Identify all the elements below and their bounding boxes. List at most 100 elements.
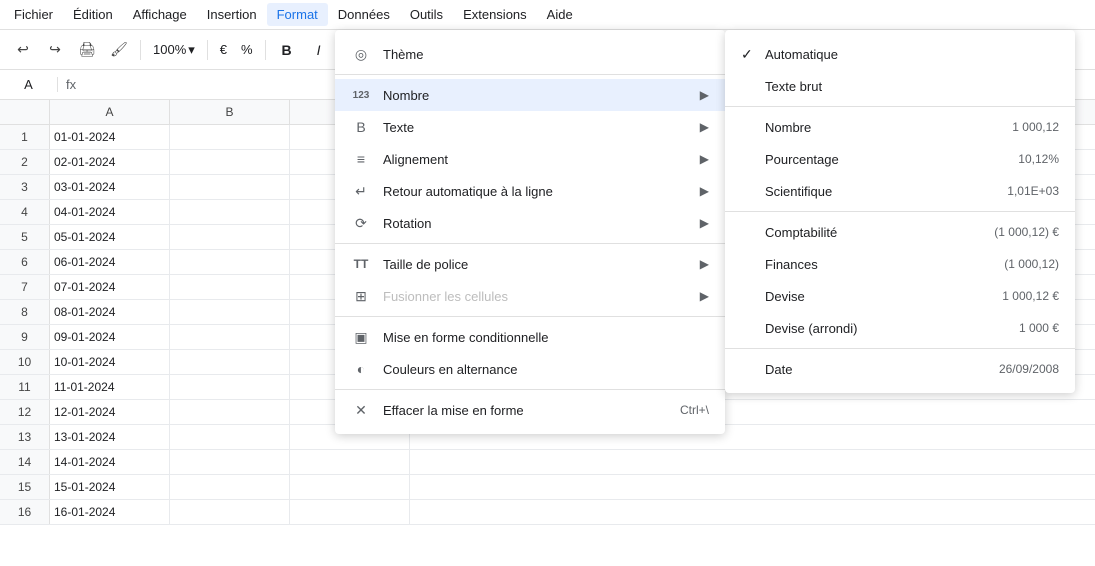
cell-b6[interactable] xyxy=(170,250,290,274)
menu-fichier[interactable]: Fichier xyxy=(4,3,63,26)
devise_arrondi-label: Devise (arrondi) xyxy=(765,321,1019,336)
cell-c16[interactable] xyxy=(290,500,410,524)
currency-button[interactable]: € xyxy=(214,40,233,59)
format-menu-item-theme[interactable]: ◎ Thème xyxy=(335,38,725,70)
cell-a14[interactable]: 14-01-2024 xyxy=(50,450,170,474)
cell-a13[interactable]: 13-01-2024 xyxy=(50,425,170,449)
cell-c14[interactable] xyxy=(290,450,410,474)
format-menu-item-nombre[interactable]: 123 Nombre ▶ xyxy=(335,79,725,111)
cell-b13[interactable] xyxy=(170,425,290,449)
cell-b14[interactable] xyxy=(170,450,290,474)
format-menu-item-retour[interactable]: ↵ Retour automatique à la ligne ▶ xyxy=(335,175,725,207)
redo-button[interactable]: ↪ xyxy=(40,36,70,64)
cell-b15[interactable] xyxy=(170,475,290,499)
undo-button[interactable]: ↩ xyxy=(8,36,38,64)
effacer-label: Effacer la mise en forme xyxy=(383,403,668,418)
nombre-value: 1 000,12 xyxy=(1012,120,1059,134)
format-dropdown[interactable]: ◎ Thème 123 Nombre ▶ B Texte ▶ ≡ Alignem… xyxy=(335,30,725,434)
cell-b7[interactable] xyxy=(170,275,290,299)
cell-b9[interactable] xyxy=(170,325,290,349)
menu-outils[interactable]: Outils xyxy=(400,3,453,26)
comptabilite-label: Comptabilité xyxy=(765,225,994,240)
number-submenu-item-automatique[interactable]: ✓ Automatique xyxy=(725,38,1075,70)
cell-b3[interactable] xyxy=(170,175,290,199)
number-submenu-item-date[interactable]: Date 26/09/2008 xyxy=(725,353,1075,385)
cell-a7[interactable]: 07-01-2024 xyxy=(50,275,170,299)
format-menu-item-couleurs[interactable]: ◐ Couleurs en alternance xyxy=(335,353,725,385)
cell-a5[interactable]: 05-01-2024 xyxy=(50,225,170,249)
table-row[interactable]: 16 16-01-2024 xyxy=(0,500,1095,525)
submenu-separator xyxy=(725,348,1075,349)
table-row[interactable]: 14 14-01-2024 xyxy=(0,450,1095,475)
number-submenu-item-devise_arrondi[interactable]: Devise (arrondi) 1 000 € xyxy=(725,312,1075,344)
number-submenu-item-comptabilite[interactable]: Comptabilité (1 000,12) € xyxy=(725,216,1075,248)
cell-a9[interactable]: 09-01-2024 xyxy=(50,325,170,349)
cell-a16[interactable]: 16-01-2024 xyxy=(50,500,170,524)
devise-value: 1 000,12 € xyxy=(1002,289,1059,303)
zoom-selector[interactable]: 100% ▾ xyxy=(147,40,201,60)
paint-format-button[interactable]: 🖌 xyxy=(104,36,134,64)
corner-spacer xyxy=(0,100,50,124)
cell-b12[interactable] xyxy=(170,400,290,424)
texte_brut-label: Texte brut xyxy=(765,79,1059,94)
menu-edition[interactable]: Édition xyxy=(63,3,123,26)
cell-a3[interactable]: 03-01-2024 xyxy=(50,175,170,199)
format-menu-item-effacer[interactable]: ✕ Effacer la mise en forme Ctrl+\ xyxy=(335,394,725,426)
format-menu-item-rotation[interactable]: ⟳ Rotation ▶ xyxy=(335,207,725,239)
cell-b5[interactable] xyxy=(170,225,290,249)
cell-a15[interactable]: 15-01-2024 xyxy=(50,475,170,499)
menu-affichage[interactable]: Affichage xyxy=(123,3,197,26)
bold-button[interactable]: B xyxy=(272,36,302,64)
menu-format[interactable]: Format xyxy=(267,3,328,26)
number-submenu-item-scientifique[interactable]: Scientifique 1,01E+03 xyxy=(725,175,1075,207)
number-submenu-item-devise[interactable]: Devise 1 000,12 € xyxy=(725,280,1075,312)
row-header: 14 xyxy=(0,450,50,474)
cell-a12[interactable]: 12-01-2024 xyxy=(50,400,170,424)
menu-donnees[interactable]: Données xyxy=(328,3,400,26)
menu-insertion[interactable]: Insertion xyxy=(197,3,267,26)
format-menu-item-mise-en-forme[interactable]: ▣ Mise en forme conditionnelle xyxy=(335,321,725,353)
number-submenu-item-texte_brut[interactable]: Texte brut xyxy=(725,70,1075,102)
col-header-b[interactable]: B xyxy=(170,100,290,124)
cell-a6[interactable]: 06-01-2024 xyxy=(50,250,170,274)
cell-a10[interactable]: 10-01-2024 xyxy=(50,350,170,374)
number-submenu-item-pourcentage[interactable]: Pourcentage 10,12% xyxy=(725,143,1075,175)
toolbar-divider-2 xyxy=(207,40,208,60)
table-row[interactable]: 15 15-01-2024 xyxy=(0,475,1095,500)
format-menu-item-taille[interactable]: TT Taille de police ▶ xyxy=(335,248,725,280)
number-submenu-item-finances[interactable]: Finances (1 000,12) xyxy=(725,248,1075,280)
alignement-icon: ≡ xyxy=(351,151,371,167)
format-menu-item-alignement[interactable]: ≡ Alignement ▶ xyxy=(335,143,725,175)
cell-b2[interactable] xyxy=(170,150,290,174)
col-header-a[interactable]: A xyxy=(50,100,170,124)
rotation-label: Rotation xyxy=(383,216,688,231)
number-submenu-item-nombre[interactable]: Nombre 1 000,12 xyxy=(725,111,1075,143)
cell-a11[interactable]: 11-01-2024 xyxy=(50,375,170,399)
print-button[interactable]: 🖨 xyxy=(72,36,102,64)
format-menu-item-texte[interactable]: B Texte ▶ xyxy=(335,111,725,143)
zoom-value: 100% xyxy=(153,42,186,57)
cell-a2[interactable]: 02-01-2024 xyxy=(50,150,170,174)
cell-a4[interactable]: 04-01-2024 xyxy=(50,200,170,224)
cell-b1[interactable] xyxy=(170,125,290,149)
date-value: 26/09/2008 xyxy=(999,362,1059,376)
menu-aide[interactable]: Aide xyxy=(537,3,583,26)
row-header: 12 xyxy=(0,400,50,424)
italic-button[interactable]: I xyxy=(304,36,334,64)
retour-icon: ↵ xyxy=(351,183,371,200)
cell-a8[interactable]: 08-01-2024 xyxy=(50,300,170,324)
number-submenu[interactable]: ✓ Automatique Texte brut Nombre 1 000,12… xyxy=(725,30,1075,393)
cell-b10[interactable] xyxy=(170,350,290,374)
menu-extensions[interactable]: Extensions xyxy=(453,3,537,26)
cell-b8[interactable] xyxy=(170,300,290,324)
toolbar-divider-3 xyxy=(265,40,266,60)
cell-reference[interactable]: A xyxy=(8,77,58,92)
comptabilite-value: (1 000,12) € xyxy=(994,225,1059,239)
percent-button[interactable]: % xyxy=(235,40,259,59)
fusionner-arrow-icon: ▶ xyxy=(700,289,709,303)
cell-a1[interactable]: 01-01-2024 xyxy=(50,125,170,149)
cell-b4[interactable] xyxy=(170,200,290,224)
cell-b11[interactable] xyxy=(170,375,290,399)
cell-b16[interactable] xyxy=(170,500,290,524)
cell-c15[interactable] xyxy=(290,475,410,499)
